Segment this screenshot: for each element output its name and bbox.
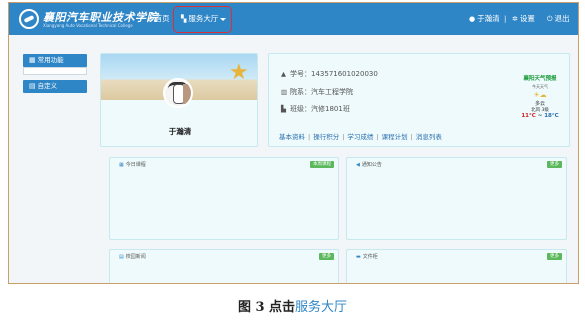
link-conduct-points[interactable]: 操行积分 <box>313 133 339 141</box>
folder-icon: ▬ <box>356 254 361 260</box>
profile-card: ★ 于瀚清 <box>100 53 258 147</box>
notices-panel: ◀ 通知公告 更多 <box>346 157 567 240</box>
megaphone-icon: ◀ <box>356 162 360 168</box>
class-row: ▙ 班级：汽修1801班 <box>281 104 350 114</box>
sidebar-common-functions[interactable]: ▦ 常用功能 <box>23 54 87 67</box>
chevron-down-icon <box>220 17 227 21</box>
temp-high: 11°C <box>521 113 536 119</box>
link-grades[interactable]: 学习成绩 <box>347 133 373 141</box>
today-courses-panel: ▦ 今日课程 本周课程 <box>109 157 339 240</box>
starfish-icon: ★ <box>229 60 249 85</box>
notice-panel-title: 通知公告 <box>361 162 382 168</box>
temp-low: 18°C <box>544 113 559 119</box>
link-separator: | <box>410 133 413 141</box>
power-icon: ⏻ <box>547 15 553 23</box>
home-icon: ⌂ <box>148 15 153 23</box>
graduation-cap-icon: ▲ <box>281 70 286 78</box>
docs-panel-title: 文件柜 <box>362 254 378 260</box>
caption-highlight: 服务大厅 <box>295 300 348 315</box>
nav-service-label: 服务大厅 <box>188 14 219 23</box>
nav-user-menu[interactable]: ● 于瀚清 <box>469 12 500 26</box>
link-separator: | <box>376 133 379 141</box>
nav-service-hall-dropdown[interactable]: ▚ 服务大厅 <box>181 12 227 26</box>
building-icon: ▥ <box>281 88 288 96</box>
nav-logout-label: 退出 <box>554 14 570 23</box>
nav-settings-link[interactable]: ✲ 设置 <box>512 12 535 26</box>
top-navbar: 襄阳汽车职业技术学院 Xiangyang Auto Vocational Tec… <box>9 3 578 35</box>
profile-links: 基本资料 | 操行积分 | 学习成绩 | 课程计划 | 消息列表 <box>279 131 442 141</box>
chart-icon: ▙ <box>281 105 286 113</box>
docs-more-button[interactable]: 更多 <box>547 253 562 260</box>
department-text: 院系：汽车工程学院 <box>290 88 353 96</box>
calendar-icon: ▦ <box>119 162 124 168</box>
nav-user-label: 于瀚清 <box>477 14 500 23</box>
weather-desc: 多云 <box>534 101 545 107</box>
news-panel-title: 校园新闻 <box>125 254 146 260</box>
college-logo[interactable]: 襄阳汽车职业技术学院 Xiangyang Auto Vocational Tec… <box>19 8 158 30</box>
week-courses-button[interactable]: 本周课程 <box>310 161 334 168</box>
comment-icon: ▤ <box>29 82 36 90</box>
student-id-text: 学号：143571601020030 <box>290 70 378 78</box>
cloudy-weather-icon: ☀☁ <box>533 91 547 99</box>
campus-news-panel: ▤ 校园新闻 更多 <box>109 249 339 283</box>
app-window: 襄阳汽车职业技术学院 Xiangyang Auto Vocational Tec… <box>8 2 579 284</box>
avatar[interactable] <box>163 78 193 108</box>
sidebar-custom-label: 自定义 <box>37 82 58 90</box>
gear-icon: ✲ <box>512 15 518 23</box>
link-course-plan[interactable]: 课程计划 <box>382 133 408 141</box>
nav-logout-link[interactable]: ⏻ 退出 <box>547 12 570 26</box>
temp-separator: ~ <box>537 113 543 119</box>
caption-prefix: 图 3 点击 <box>237 300 296 315</box>
link-separator: | <box>308 133 311 141</box>
file-cabinet-panel: ▬ 文件柜 更多 <box>346 249 567 283</box>
profile-user-name: 于瀚清 <box>168 127 192 136</box>
link-basic-info[interactable]: 基本资料 <box>279 133 305 141</box>
nav-separator: | <box>504 15 507 23</box>
student-id-row: ▲ 学号：143571601020030 <box>281 69 378 79</box>
figure-caption: 图 3 点击服务大厅 <box>0 296 585 315</box>
nav-settings-label: 设置 <box>519 14 535 23</box>
user-icon: ● <box>469 15 476 23</box>
link-message-list[interactable]: 消息列表 <box>416 133 442 141</box>
class-text: 班级：汽修1801班 <box>290 105 350 113</box>
sidebar-search-input[interactable] <box>23 67 87 75</box>
sidebar-custom[interactable]: ▤ 自定义 <box>23 80 87 93</box>
notices-more-button[interactable]: 更多 <box>547 161 562 168</box>
weather-temp: 11°C ~ 18°C <box>516 113 564 119</box>
link-separator: | <box>342 133 345 141</box>
grid-icon: ▦ <box>29 56 36 64</box>
newspaper-icon: ▤ <box>119 254 124 260</box>
nav-home-label: 首页 <box>154 14 170 23</box>
logo-english-name: Xiangyang Auto Vocational Technical Coll… <box>43 23 133 28</box>
sidebar-common-label: 常用功能 <box>37 56 64 64</box>
apps-icon: ▚ <box>181 15 187 23</box>
department-row: ▥ 院系：汽车工程学院 <box>281 87 353 97</box>
weather-widget: 襄阳天气预报 今天天气 ☀☁ 多云 北风 3级 11°C ~ 18°C <box>516 74 564 119</box>
nav-home-link[interactable]: ⌂ 首页 <box>148 12 169 26</box>
student-info-card: ▲ 学号：143571601020030 ▥ 院系：汽车工程学院 ▙ 班级：汽修180… <box>268 53 570 147</box>
weather-subtitle: 今天天气 <box>532 84 548 89</box>
weather-title: 襄阳天气预报 <box>523 76 557 82</box>
logo-emblem-icon <box>19 9 39 29</box>
news-more-button[interactable]: 更多 <box>319 253 334 260</box>
course-panel-title: 今日课程 <box>125 162 146 168</box>
